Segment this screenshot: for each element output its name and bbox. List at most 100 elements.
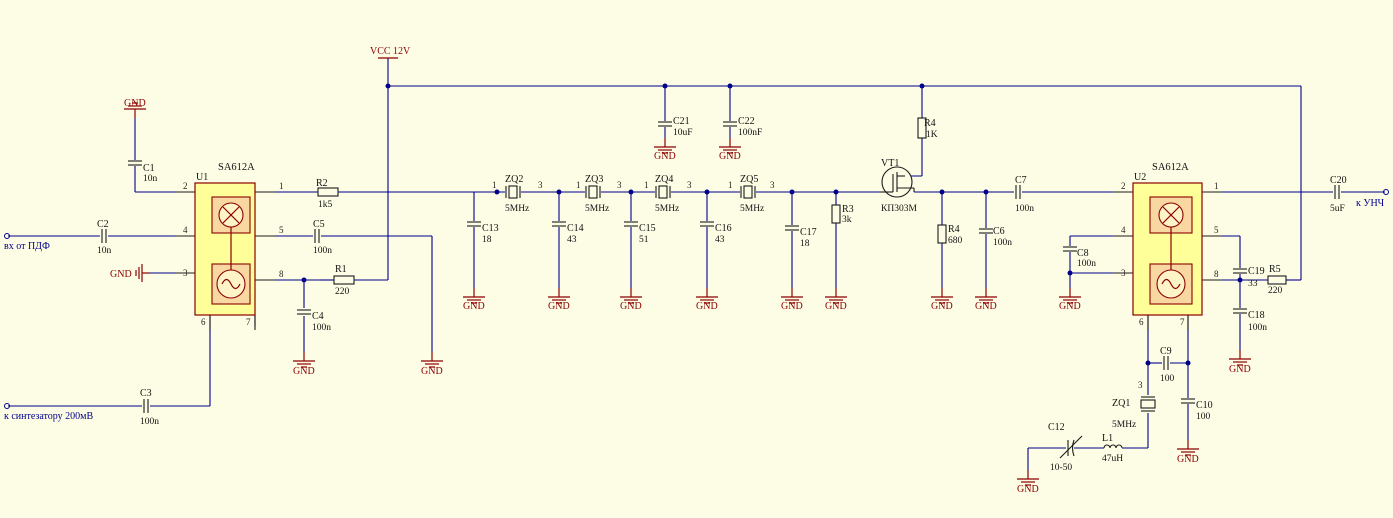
resistor-r4-source: R4680 (937, 224, 963, 246)
svg-text:3: 3 (538, 180, 543, 190)
ground-u1-pin3: GND (110, 264, 150, 282)
svg-text:C1: C1 (143, 163, 155, 174)
svg-text:C17: C17 (800, 227, 817, 238)
svg-text:GND: GND (463, 301, 485, 312)
ground-c21: GND (653, 137, 677, 162)
crystal-zq2: 1 3 ZQ2 5MHz (492, 174, 543, 214)
resistor-r3: R33k (831, 204, 854, 225)
svg-text:R4: R4 (948, 224, 960, 235)
svg-text:2: 2 (183, 181, 188, 191)
capacitor-c8: C8100n (1062, 246, 1096, 269)
ground-c22: GND (718, 137, 742, 162)
ground-c10: GND (1176, 439, 1200, 465)
svg-text:4: 4 (1121, 225, 1126, 235)
ground-c13: GND (462, 287, 486, 312)
svg-text:C19: C19 (1248, 266, 1265, 277)
svg-text:100n: 100n (1015, 204, 1034, 214)
svg-text:GND: GND (293, 366, 315, 377)
svg-text:C2: C2 (97, 219, 109, 230)
svg-text:R4: R4 (924, 118, 936, 129)
svg-text:C8: C8 (1077, 248, 1089, 259)
svg-text:R1: R1 (335, 264, 347, 275)
svg-text:1: 1 (492, 180, 497, 190)
capacitor-c19: C1933 (1232, 266, 1265, 289)
svg-text:ZQ4: ZQ4 (655, 174, 673, 185)
svg-text:43: 43 (567, 235, 577, 245)
svg-text:2: 2 (1121, 181, 1126, 191)
capacitor-c21: C2110uF (657, 116, 693, 138)
capacitor-c7: C7 100n (1015, 175, 1034, 214)
svg-text:1: 1 (728, 180, 733, 190)
svg-text:47uH: 47uH (1102, 454, 1123, 464)
svg-text:VT1: VT1 (881, 158, 899, 169)
ground-c14: GND (547, 287, 571, 312)
capacitor-c5: C5 100n (313, 219, 332, 256)
svg-text:R5: R5 (1269, 264, 1281, 275)
svg-text:GND: GND (620, 301, 642, 312)
svg-text:1: 1 (576, 180, 581, 190)
ground-c1: GND (123, 98, 147, 119)
svg-text:ZQ2: ZQ2 (505, 174, 523, 185)
svg-text:GND: GND (1177, 454, 1199, 465)
svg-text:100nF: 100nF (738, 128, 762, 138)
svg-text:C3: C3 (140, 388, 152, 399)
svg-text:1: 1 (644, 180, 649, 190)
svg-text:680: 680 (948, 236, 963, 246)
svg-text:100n: 100n (313, 246, 332, 256)
crystal-zq5: 1 3 ZQ5 5MHz (728, 174, 775, 214)
svg-text:33: 33 (1248, 279, 1258, 289)
svg-text:5MHz: 5MHz (585, 204, 609, 214)
ground-c18: GND (1228, 349, 1252, 375)
ground-r4-source: GND (930, 287, 954, 312)
capacitor-c3: C3 100n (140, 388, 159, 427)
capacitor-c6: C6100n (978, 226, 1012, 248)
svg-text:10-50: 10-50 (1050, 463, 1072, 473)
svg-text:GND: GND (719, 151, 741, 162)
resistor-r5: R5 220 (1267, 264, 1287, 296)
svg-text:GND: GND (781, 301, 803, 312)
capacitor-c22: C22100nF (722, 116, 762, 138)
ground-c6: GND (974, 287, 998, 312)
svg-text:C20: C20 (1330, 175, 1347, 186)
svg-text:GND: GND (421, 366, 443, 377)
ground-c5: GND (420, 351, 444, 377)
svg-text:3: 3 (1121, 268, 1126, 278)
capacitor-c4: C4100n (296, 309, 331, 333)
svg-text:к синтезатору 200мВ: к синтезатору 200мВ (4, 411, 93, 422)
svg-text:5MHz: 5MHz (655, 204, 679, 214)
svg-text:5MHz: 5MHz (740, 204, 764, 214)
svg-text:5MHz: 5MHz (505, 204, 529, 214)
ground-c15: GND (619, 287, 643, 312)
svg-text:5: 5 (279, 225, 284, 235)
vcc-label: VCC 12V (370, 46, 411, 57)
svg-text:220: 220 (335, 287, 350, 297)
svg-text:1K: 1K (926, 130, 938, 140)
svg-text:1: 1 (1214, 181, 1219, 191)
svg-text:ZQ3: ZQ3 (585, 174, 603, 185)
svg-text:100n: 100n (1077, 259, 1096, 269)
ground-c8: GND (1058, 287, 1082, 312)
svg-text:7: 7 (1180, 317, 1185, 327)
svg-text:8: 8 (1214, 269, 1219, 279)
svg-text:GND: GND (124, 98, 146, 109)
svg-text:C10: C10 (1196, 400, 1213, 411)
svg-text:4: 4 (183, 225, 188, 235)
resistor-r2: R2 1k5 (316, 178, 339, 210)
svg-text:GND: GND (654, 151, 676, 162)
svg-text:GND: GND (825, 301, 847, 312)
svg-text:18: 18 (800, 239, 810, 249)
svg-text:5uF: 5uF (1330, 204, 1345, 214)
vcc-supply: VCC 12V (370, 46, 411, 59)
svg-text:ZQ5: ZQ5 (740, 174, 758, 185)
svg-text:L1: L1 (1102, 433, 1113, 444)
capacitor-c17: C1718 (784, 225, 817, 249)
svg-text:GND: GND (931, 301, 953, 312)
svg-text:C21: C21 (673, 116, 690, 127)
svg-text:C6: C6 (993, 226, 1005, 237)
capacitor-c9: C9 100 (1160, 346, 1175, 384)
resistor-r4-drain: R41K (917, 117, 938, 140)
svg-text:GND: GND (110, 269, 132, 280)
svg-text:C15: C15 (639, 223, 656, 234)
svg-text:C12: C12 (1048, 422, 1065, 433)
svg-text:GND: GND (1229, 364, 1251, 375)
